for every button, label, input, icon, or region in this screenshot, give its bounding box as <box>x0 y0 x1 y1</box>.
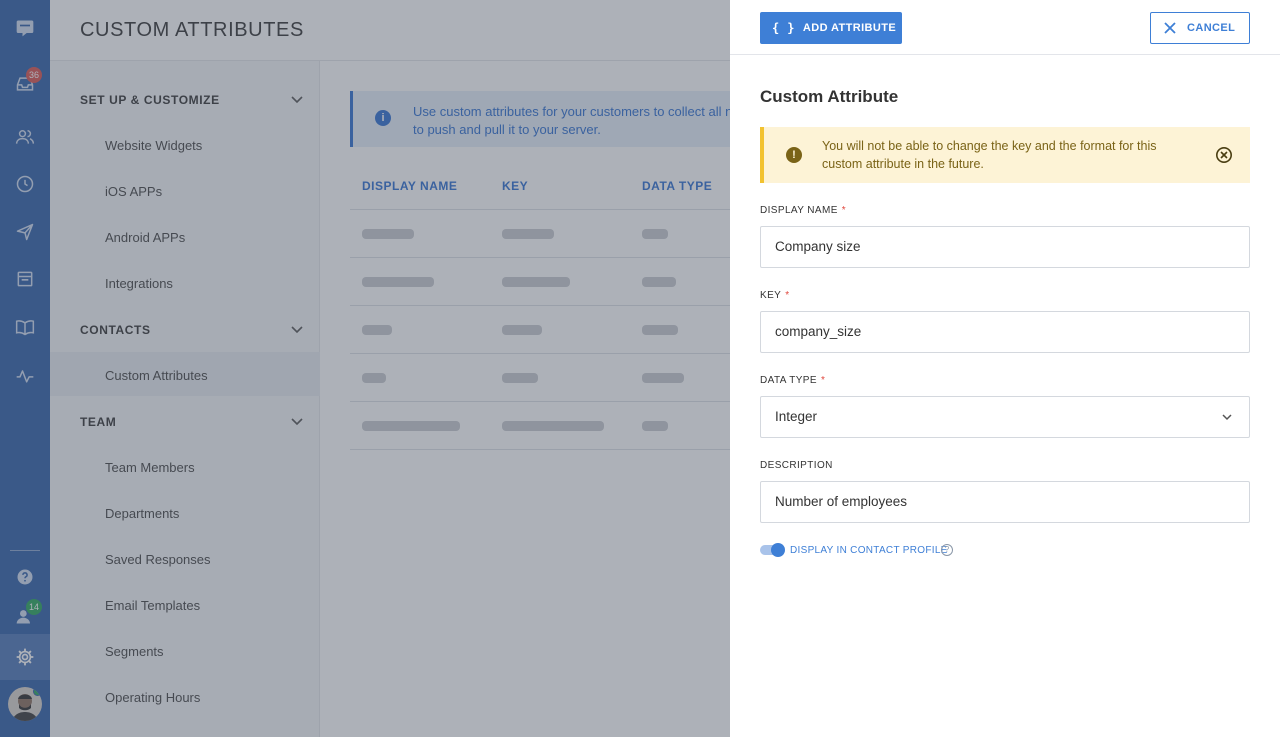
required-marker: * <box>785 290 790 301</box>
display-name-label-text: DISPLAY NAME <box>760 205 838 216</box>
braces-icon: { } <box>772 21 795 35</box>
data-type-value: Integer <box>775 409 818 424</box>
close-icon <box>1164 22 1176 34</box>
warning-text-line-1: You will not be able to change the key a… <box>822 139 1157 153</box>
key-input[interactable]: company_size <box>760 311 1250 353</box>
display-name-input[interactable]: Company size <box>760 226 1250 268</box>
add-attribute-button[interactable]: { } ADD ATTRIBUTE <box>760 12 902 44</box>
display-in-profile-toggle[interactable] <box>760 543 785 557</box>
key-label: KEY * <box>760 290 790 301</box>
warning-text-line-2: custom attribute in the future. <box>822 157 984 171</box>
panel-title: Custom Attribute <box>760 87 899 106</box>
data-type-label-text: DATA TYPE <box>760 375 817 386</box>
data-type-select[interactable]: Integer <box>760 396 1250 438</box>
key-label-text: KEY <box>760 290 782 301</box>
description-input[interactable]: Number of employees <box>760 481 1250 523</box>
panel-toolbar: { } ADD ATTRIBUTE CANCEL <box>730 0 1280 55</box>
warning-text: You will not be able to change the key a… <box>822 137 1192 173</box>
required-marker: * <box>841 205 847 216</box>
display-name-label: DISPLAY NAME * <box>760 205 846 216</box>
description-label: DESCRIPTION <box>760 460 833 471</box>
warning-icon: ! <box>786 147 802 163</box>
data-type-label: DATA TYPE * <box>760 375 825 386</box>
warning-banner: ! You will not be able to change the key… <box>760 127 1250 183</box>
required-marker: * <box>820 375 826 386</box>
dismiss-warning-icon[interactable] <box>1215 146 1233 164</box>
toggle-knob <box>771 543 785 557</box>
help-circle-icon[interactable]: ? <box>941 544 953 556</box>
display-in-profile-label[interactable]: DISPLAY IN CONTACT PROFILE <box>790 545 948 556</box>
cancel-button[interactable]: CANCEL <box>1150 12 1250 44</box>
add-attribute-panel: { } ADD ATTRIBUTE CANCEL Custom Attribut… <box>730 0 1280 737</box>
chevron-down-icon <box>1222 414 1232 421</box>
add-attribute-label: ADD ATTRIBUTE <box>802 22 897 34</box>
cancel-label: CANCEL <box>1187 22 1236 34</box>
modal-backdrop[interactable] <box>0 0 730 737</box>
